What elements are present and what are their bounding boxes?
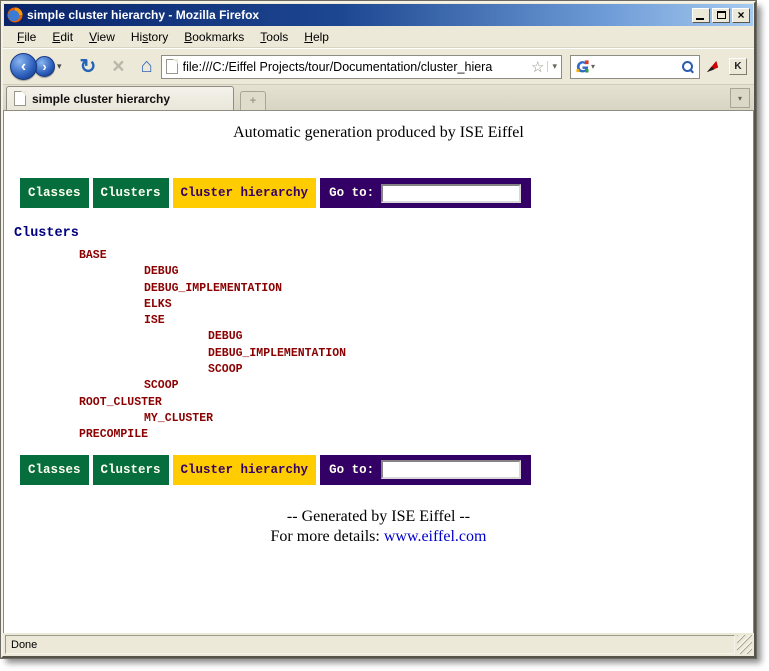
generated-by-text: -- Generated by ISE Eiffel -- bbox=[4, 507, 753, 527]
forward-icon: › bbox=[42, 59, 46, 74]
menu-file[interactable]: File bbox=[9, 28, 44, 46]
status-bar: Done bbox=[3, 633, 754, 656]
title-bar[interactable]: simple cluster hierarchy - Mozilla Firef… bbox=[4, 4, 753, 26]
tab-simple-cluster-hierarchy[interactable]: simple cluster hierarchy bbox=[6, 86, 234, 110]
close-button[interactable]: × bbox=[732, 8, 750, 23]
page-footer: -- Generated by ISE Eiffel -- For more d… bbox=[4, 507, 753, 547]
tree-item: DEBUG bbox=[4, 264, 753, 280]
cluster-hierarchy-button[interactable]: Cluster hierarchy bbox=[173, 178, 317, 208]
nav-button-row-bottom: Classes Clusters Cluster hierarchy Go to… bbox=[20, 455, 753, 485]
tab-label: simple cluster hierarchy bbox=[32, 92, 170, 106]
screenshot-stage: simple cluster hierarchy - Mozilla Firef… bbox=[0, 0, 769, 671]
menu-view[interactable]: View bbox=[81, 28, 123, 46]
tree-item: SCOOP bbox=[4, 378, 753, 394]
maximize-button[interactable] bbox=[712, 8, 730, 23]
home-button[interactable]: ⌂ bbox=[141, 55, 153, 78]
goto-label: Go to: bbox=[329, 463, 374, 477]
tree-item: DEBUG bbox=[4, 329, 753, 345]
reload-button[interactable]: ↻ bbox=[80, 54, 97, 79]
eiffel-link[interactable]: www.eiffel.com bbox=[384, 528, 487, 545]
tree-item: ELKS bbox=[4, 297, 753, 313]
more-details-line: For more details: www.eiffel.com bbox=[4, 527, 753, 547]
page-title: Automatic generation produced by ISE Eif… bbox=[4, 124, 753, 142]
maximize-icon bbox=[717, 11, 726, 19]
tab-bar: simple cluster hierarchy + ▾ bbox=[3, 85, 754, 111]
goto-input[interactable] bbox=[381, 184, 521, 203]
minimize-button[interactable] bbox=[692, 8, 710, 23]
goto-box: Go to: bbox=[320, 455, 531, 485]
clusters-button[interactable]: Clusters bbox=[93, 455, 169, 485]
classes-button[interactable]: Classes bbox=[20, 455, 89, 485]
bookmark-star-icon[interactable]: ☆ bbox=[531, 58, 544, 76]
tree-item: DEBUG_IMPLEMENTATION bbox=[4, 281, 753, 297]
menu-edit[interactable]: Edit bbox=[44, 28, 81, 46]
menu-bookmarks[interactable]: Bookmarks bbox=[176, 28, 252, 46]
reload-icon: ↻ bbox=[80, 56, 97, 78]
back-forward-group: ‹ › ▾ bbox=[10, 53, 62, 80]
tab-page-icon bbox=[14, 91, 26, 106]
tree-item: ROOT_CLUSTER bbox=[4, 395, 753, 411]
tab-list-button[interactable]: ▾ bbox=[730, 88, 750, 108]
tree-item: BASE bbox=[4, 248, 753, 264]
stop-icon: × bbox=[112, 55, 124, 78]
new-tab-icon: + bbox=[250, 95, 256, 107]
new-tab-button[interactable]: + bbox=[240, 91, 266, 110]
clusters-heading: Clusters bbox=[14, 226, 753, 241]
stop-button: × bbox=[112, 58, 124, 76]
k-button[interactable]: K bbox=[729, 58, 747, 75]
tree-item: SCOOP bbox=[4, 362, 753, 378]
cluster-hierarchy-button[interactable]: Cluster hierarchy bbox=[173, 455, 317, 485]
nav-button-row-top: Classes Clusters Cluster hierarchy Go to… bbox=[20, 178, 753, 208]
minimize-icon bbox=[696, 18, 704, 20]
goto-box: Go to: bbox=[320, 178, 531, 208]
page-icon bbox=[166, 59, 178, 74]
menu-history[interactable]: History bbox=[123, 28, 176, 46]
kaspersky-icon[interactable] bbox=[706, 59, 721, 74]
firefox-logo-icon bbox=[7, 7, 23, 23]
url-dropdown-icon[interactable]: ▾ bbox=[547, 61, 557, 72]
navigation-toolbar: ‹ › ▾ ↻ × ⌂ ☆ ▾ ▾ bbox=[3, 48, 754, 85]
goto-label: Go to: bbox=[329, 186, 374, 200]
menu-help[interactable]: Help bbox=[296, 28, 337, 46]
classes-button[interactable]: Classes bbox=[20, 178, 89, 208]
menu-bar: File Edit View History Bookmarks Tools H… bbox=[3, 26, 754, 48]
tree-item: MY_CLUSTER bbox=[4, 411, 753, 427]
tree-item: DEBUG_IMPLEMENTATION bbox=[4, 346, 753, 362]
url-bar[interactable]: ☆ ▾ bbox=[161, 55, 562, 79]
url-input[interactable] bbox=[183, 60, 528, 74]
tree-item: ISE bbox=[4, 313, 753, 329]
close-icon: × bbox=[737, 10, 744, 20]
history-dropdown-icon[interactable]: ▾ bbox=[57, 61, 62, 72]
search-box[interactable]: ▾ bbox=[570, 55, 700, 79]
search-magnifier-icon[interactable] bbox=[682, 61, 693, 72]
search-engine-dropdown-icon[interactable]: ▾ bbox=[591, 62, 595, 71]
more-details-text: For more details: bbox=[271, 528, 384, 545]
cluster-tree: BASE DEBUG DEBUG_IMPLEMENTATION ELKS ISE… bbox=[4, 248, 753, 444]
status-text: Done bbox=[5, 635, 735, 654]
back-button[interactable]: ‹ bbox=[10, 53, 37, 80]
tree-item: PRECOMPILE bbox=[4, 427, 753, 443]
goto-input[interactable] bbox=[381, 460, 521, 479]
tab-list-icon: ▾ bbox=[738, 94, 742, 103]
firefox-window: simple cluster hierarchy - Mozilla Firef… bbox=[1, 1, 756, 658]
forward-button[interactable]: › bbox=[34, 56, 55, 77]
back-icon: ‹ bbox=[21, 58, 26, 76]
search-input[interactable] bbox=[598, 60, 682, 74]
home-icon: ⌂ bbox=[141, 55, 153, 77]
google-icon bbox=[575, 59, 590, 74]
resize-grip[interactable] bbox=[737, 635, 752, 654]
page-content: Automatic generation produced by ISE Eif… bbox=[3, 111, 754, 633]
window-title: simple cluster hierarchy - Mozilla Firef… bbox=[27, 8, 690, 22]
clusters-button[interactable]: Clusters bbox=[93, 178, 169, 208]
menu-tools[interactable]: Tools bbox=[252, 28, 296, 46]
